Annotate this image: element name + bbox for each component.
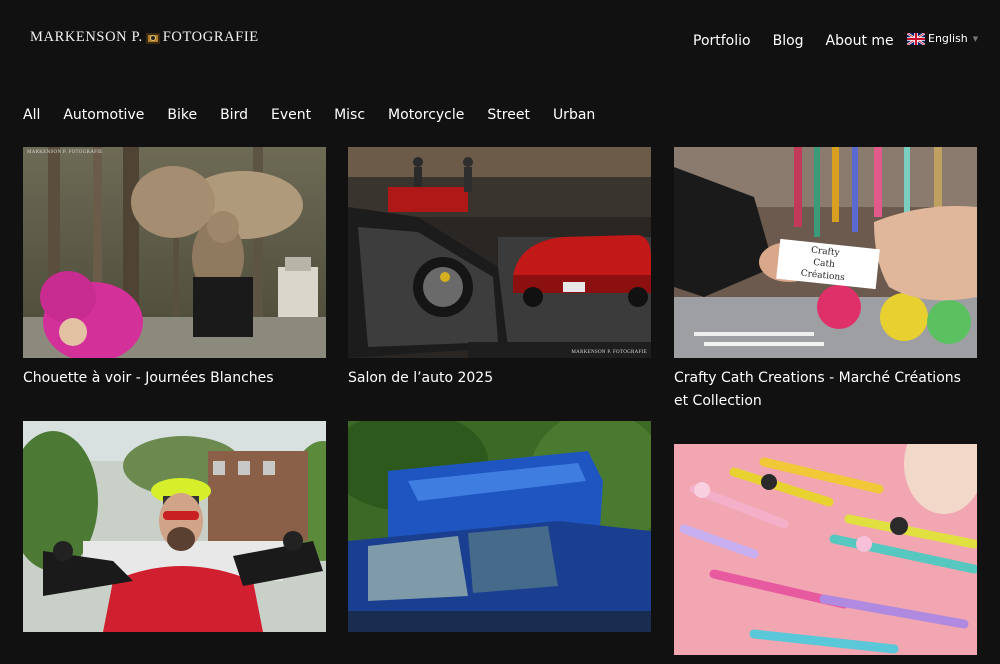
watermark: MARKENSON P. FOTOGRAFIE: [571, 350, 647, 355]
language-selector[interactable]: English ▼: [907, 32, 978, 45]
post-title[interactable]: Salon de l’auto 2025: [348, 367, 651, 390]
filter-misc[interactable]: Misc: [334, 106, 365, 124]
nav-portfolio[interactable]: Portfolio: [693, 32, 751, 50]
portfolio-card[interactable]: [23, 421, 326, 641]
filter-bike[interactable]: Bike: [167, 106, 197, 124]
site-logo[interactable]: MARKENSON P. FOTOGRAFIE: [30, 29, 259, 46]
logo-text-left: MARKENSON P.: [30, 29, 143, 45]
car-show-photo[interactable]: MARKENSON P. FOTOGRAFIE: [348, 147, 651, 358]
language-label: English: [928, 32, 968, 45]
post-title[interactable]: Crafty Cath Creations - Marché Créations…: [674, 367, 977, 413]
category-filters: All Automotive Bike Bird Event Misc Moto…: [23, 106, 618, 124]
portfolio-card[interactable]: MARKENSON P. FOTOGRAFIE Salon de l’auto …: [348, 147, 651, 390]
portfolio-card[interactable]: [348, 421, 651, 641]
camera-icon: [145, 33, 160, 44]
pens-photo[interactable]: [674, 444, 977, 655]
main-nav: Portfolio Blog About me: [693, 32, 916, 50]
portfolio-card[interactable]: Crafty Cath Créations Crafty Cath Creati…: [674, 147, 977, 413]
filter-bird[interactable]: Bird: [220, 106, 248, 124]
post-title[interactable]: Chouette à voir - Journées Blanches: [23, 367, 326, 390]
portfolio-card[interactable]: MARKENSON P. FOTOGRAFIE Chouette à voir …: [23, 147, 326, 390]
cyclist-photo[interactable]: [23, 421, 326, 632]
watermark: MARKENSON P. FOTOGRAFIE: [27, 150, 103, 155]
filter-urban[interactable]: Urban: [553, 106, 595, 124]
filter-all[interactable]: All: [23, 106, 40, 124]
nav-about-me[interactable]: About me: [826, 32, 894, 50]
uk-flag-icon: [907, 32, 925, 45]
portfolio-card[interactable]: [674, 444, 977, 664]
filter-automotive[interactable]: Automotive: [63, 106, 144, 124]
filter-street[interactable]: Street: [487, 106, 530, 124]
owl-photo[interactable]: MARKENSON P. FOTOGRAFIE: [23, 147, 326, 358]
filter-event[interactable]: Event: [271, 106, 311, 124]
craft-market-photo[interactable]: Crafty Cath Créations: [674, 147, 977, 358]
filter-motorcycle[interactable]: Motorcycle: [388, 106, 464, 124]
blue-car-photo[interactable]: [348, 421, 651, 632]
chevron-down-icon: ▼: [972, 34, 979, 43]
logo-text-right: FOTOGRAFIE: [162, 29, 259, 45]
nav-blog[interactable]: Blog: [773, 32, 804, 50]
